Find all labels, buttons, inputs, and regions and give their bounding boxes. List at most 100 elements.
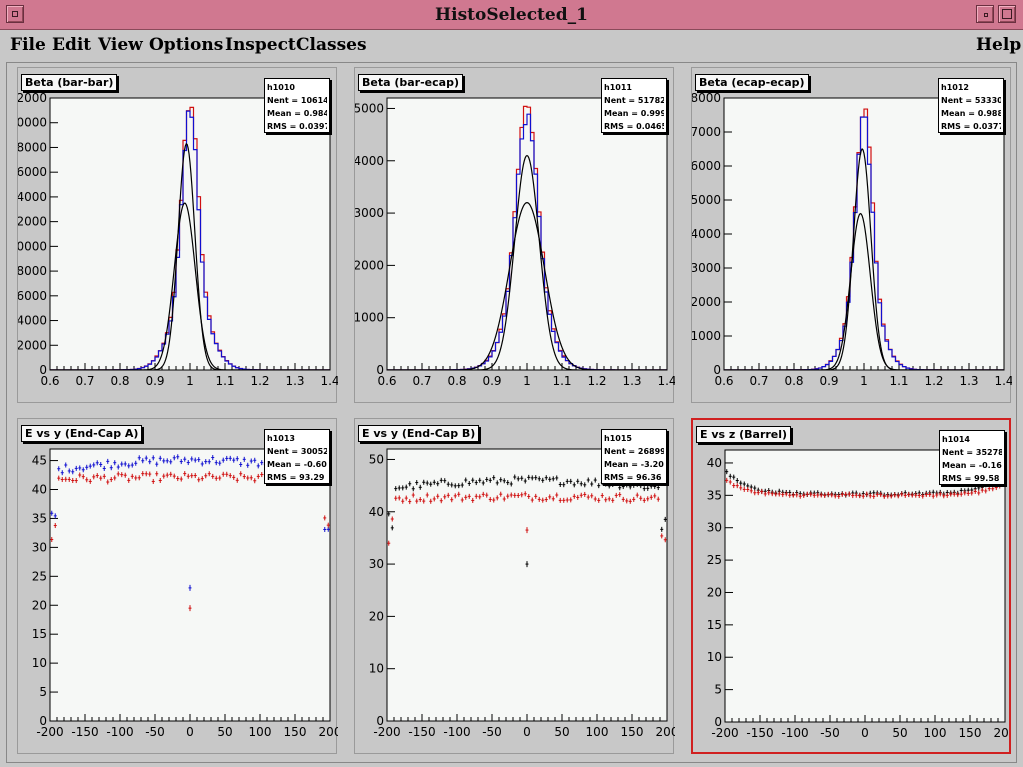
pad-e-vs-z-barrel[interactable]: -200-150-100-500501001502000510152025303… bbox=[691, 418, 1011, 754]
stats-entries: Nent = 106146 bbox=[267, 96, 327, 105]
y-tick-label: 6000 bbox=[18, 289, 47, 303]
menu-file[interactable]: File bbox=[10, 35, 46, 55]
y-tick-label: 4000 bbox=[692, 227, 721, 241]
root-canvas[interactable]: 0.6 0.7 0.8 0.9 1 1.1 1.2 1.3 1.4 0 2000 4000 6000 80… bbox=[6, 62, 1017, 763]
pad-title: E vs y (End-Cap A) bbox=[21, 425, 143, 442]
x-tick-label: 0.7 bbox=[75, 374, 94, 388]
y-tick-label: 8000 bbox=[18, 264, 47, 278]
menu-options[interactable]: Options bbox=[149, 35, 223, 55]
y-tick-label: 0 bbox=[713, 363, 721, 377]
stats-rms: RMS = 0.04659 bbox=[604, 122, 664, 131]
y-tick-label: 35 bbox=[32, 511, 47, 525]
x-tick-label: 50 bbox=[554, 725, 569, 739]
menu-help[interactable]: Help bbox=[976, 35, 1021, 55]
x-tick-label: 0 bbox=[186, 725, 194, 739]
window-title-bar[interactable]: HistoSelected_1 bbox=[0, 0, 1023, 30]
stats-entries: Nent = 51782 bbox=[604, 96, 664, 105]
y-tick-label: 4000 bbox=[355, 154, 384, 168]
x-tick-label: 0.9 bbox=[482, 374, 501, 388]
stats-box: h1015 Nent = 268990 Mean = -3.207 RMS = … bbox=[601, 429, 667, 484]
y-tick-label: 7000 bbox=[692, 125, 721, 139]
y-tick-label: 4000 bbox=[18, 314, 47, 328]
y-tick-label: 40 bbox=[32, 483, 47, 497]
plot-frame bbox=[386, 448, 668, 722]
y-tick-label: 2000 bbox=[355, 258, 384, 272]
y-tick-label: 0 bbox=[376, 363, 384, 377]
x-tick-label: -50 bbox=[145, 725, 165, 739]
y-tick-label: 30 bbox=[707, 521, 722, 535]
x-tick-label: 1 bbox=[860, 374, 868, 388]
stats-box: h1011 Nent = 51782 Mean = 0.9997 RMS = 0… bbox=[601, 78, 667, 133]
stats-mean: Mean = -0.1622 bbox=[942, 461, 1002, 470]
window-title: HistoSelected_1 bbox=[435, 5, 588, 25]
y-tick-label: 0 bbox=[376, 714, 384, 728]
maximize-button[interactable] bbox=[998, 5, 1016, 23]
x-tick-label: 200 bbox=[656, 725, 675, 739]
y-tick-label: 10 bbox=[369, 662, 384, 676]
stats-mean: Mean = 0.9884 bbox=[941, 109, 1001, 118]
pad-beta-bar-ecap[interactable]: 0.6 0.7 0.8 0.9 1 1.1 1.2 1.3 1.4 0 1000 2000 3000 40… bbox=[354, 67, 675, 403]
x-tick-label: 100 bbox=[249, 725, 272, 739]
pad-beta-ecap-ecap[interactable]: 0.6 0.7 0.8 0.9 1 1.1 1.2 1.3 1.4 0 1000 2000 3000 40… bbox=[691, 67, 1012, 403]
x-tick-label: 0.8 bbox=[110, 374, 129, 388]
y-tick-label: 2000 bbox=[692, 295, 721, 309]
x-tick-label: 50 bbox=[217, 725, 232, 739]
stats-name: h1010 bbox=[267, 83, 295, 92]
y-tick-label: 5 bbox=[714, 683, 722, 697]
pad-e-vs-y-endcap-a[interactable]: -200 -150 -100 -50 0 50 100 150 200 0 5 10 15 20 25 30 3… bbox=[17, 418, 338, 754]
x-tick-label: 150 bbox=[284, 725, 307, 739]
y-tick-label: 22000 bbox=[18, 91, 47, 105]
pad-beta-bar-bar[interactable]: 0.6 0.7 0.8 0.9 1 1.1 1.2 1.3 1.4 0 2000 4000 6000 80… bbox=[17, 67, 338, 403]
x-tick-label: 0.8 bbox=[447, 374, 466, 388]
menu-inspect[interactable]: Inspect bbox=[225, 35, 296, 55]
stats-entries: Nent = 268990 bbox=[604, 447, 664, 456]
y-tick-label: 18000 bbox=[18, 140, 47, 154]
minimize-button[interactable] bbox=[976, 5, 994, 23]
x-tick-label: 1.3 bbox=[285, 374, 304, 388]
pad-e-vs-y-endcap-b[interactable]: -200 -150 -100 -50 0 50 100 150 200 0 10 20 30 40 50 E… bbox=[354, 418, 675, 754]
stats-box: h1014 Nent = 3527898 Mean = -0.1622 RMS … bbox=[939, 430, 1005, 485]
x-tick-label: 0.8 bbox=[784, 374, 803, 388]
y-tick-label: 5000 bbox=[692, 193, 721, 207]
x-tick-label: -150 bbox=[746, 726, 773, 740]
y-tick-label: 6000 bbox=[692, 159, 721, 173]
x-tick-label: 150 bbox=[621, 725, 644, 739]
pad-title: E vs y (End-Cap B) bbox=[358, 425, 480, 442]
plot-frame bbox=[724, 449, 1006, 723]
y-tick-label: 10000 bbox=[18, 239, 47, 253]
y-tick-label: 40 bbox=[707, 456, 722, 470]
x-tick-label: 100 bbox=[586, 725, 609, 739]
y-tick-label: 20 bbox=[32, 598, 47, 612]
y-tick-label: 30 bbox=[32, 540, 47, 554]
x-tick-label: 200 bbox=[319, 725, 338, 739]
y-tick-label: 2000 bbox=[18, 338, 47, 352]
y-tick-label: 0 bbox=[39, 363, 47, 377]
stats-rms: RMS = 96.36 bbox=[604, 473, 662, 482]
stats-mean: Mean = -3.207 bbox=[604, 460, 664, 469]
stats-entries: Nent = 53330 bbox=[941, 96, 1001, 105]
y-tick-label: 15 bbox=[707, 618, 722, 632]
x-tick-label: 0.7 bbox=[412, 374, 431, 388]
x-tick-label: -100 bbox=[781, 726, 808, 740]
y-tick-label: 16000 bbox=[18, 165, 47, 179]
stats-name: h1015 bbox=[604, 434, 632, 443]
x-tick-label: 1.3 bbox=[959, 374, 978, 388]
menu-classes[interactable]: Classes bbox=[296, 35, 367, 55]
y-tick-label: 20 bbox=[707, 585, 722, 599]
x-tick-label: 1.4 bbox=[994, 374, 1012, 388]
x-tick-label: 0.9 bbox=[819, 374, 838, 388]
pad-title: Beta (bar-bar) bbox=[21, 74, 118, 91]
x-tick-label: 1.4 bbox=[657, 374, 675, 388]
plot-frame bbox=[49, 97, 331, 371]
y-tick-label: 30 bbox=[369, 557, 384, 571]
menu-view[interactable]: View bbox=[98, 35, 143, 55]
y-tick-label: 20 bbox=[369, 609, 384, 623]
stats-rms: RMS = 0.03772 bbox=[941, 122, 1001, 131]
menu-edit[interactable]: Edit bbox=[52, 35, 91, 55]
y-tick-label: 10 bbox=[707, 650, 722, 664]
stats-rms: RMS = 0.03977 bbox=[267, 122, 327, 131]
x-tick-label: 1.2 bbox=[587, 374, 606, 388]
stats-name: h1011 bbox=[604, 83, 632, 92]
stats-box: h1013 Nent = 300520 Mean = -0.6022 RMS =… bbox=[264, 429, 330, 484]
pad-title: Beta (bar-ecap) bbox=[358, 74, 463, 91]
